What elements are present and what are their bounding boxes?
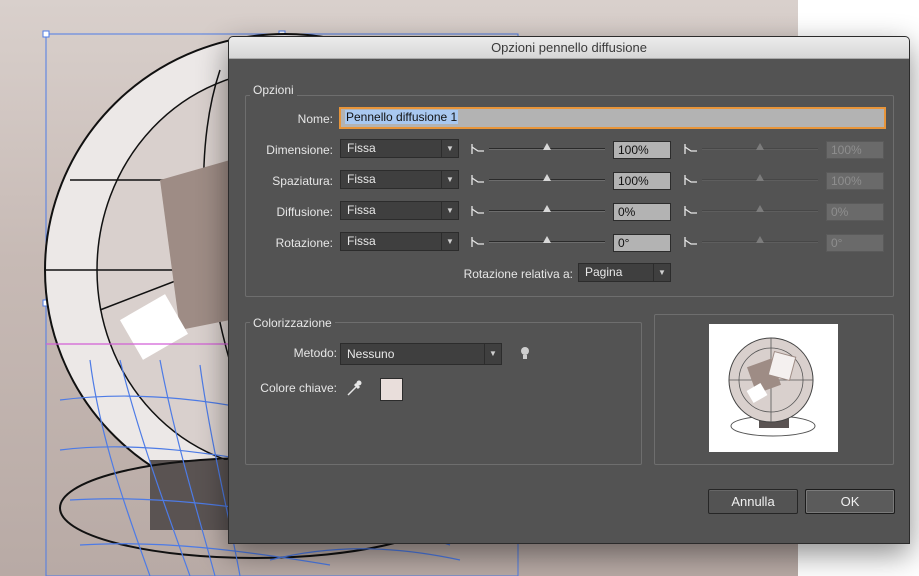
lightbulb-tips-icon[interactable] (520, 346, 530, 360)
brush-options-dialog: Opzioni pennello diffusione Opzioni Nome… (228, 36, 910, 544)
brush-preview-image (709, 324, 838, 452)
name-input-value: Pennello diffusione 1 (345, 110, 459, 124)
rotation-mode-value: Fissa (347, 234, 376, 248)
chevron-down-icon: ▼ (441, 202, 458, 219)
eyedropper-icon[interactable] (346, 379, 362, 397)
dimension-slider-thumb[interactable] (543, 143, 551, 150)
spacing-mode-select[interactable]: Fissa ▼ (340, 170, 459, 189)
name-label: Nome: (297, 112, 333, 126)
rotation-label: Rotazione: (275, 236, 333, 250)
scatter-mode-select[interactable]: Fissa ▼ (340, 201, 459, 220)
pressure-max-icon (684, 237, 697, 247)
pressure-min-icon (471, 206, 484, 216)
key-color-swatch[interactable] (380, 378, 403, 401)
scatter-max-slider-thumb (756, 205, 764, 212)
rotation-relative-value: Pagina (585, 265, 623, 279)
rotation-max-value-field: 0° (826, 234, 884, 252)
rotation-value-field[interactable]: 0° (613, 234, 671, 252)
pressure-min-icon (471, 175, 484, 185)
method-select[interactable]: Nessuno ▼ (340, 343, 502, 365)
method-label: Metodo: (293, 346, 337, 360)
chevron-down-icon: ▼ (441, 171, 458, 188)
rotation-mode-select[interactable]: Fissa ▼ (340, 232, 459, 251)
pressure-max-icon (684, 206, 697, 216)
chevron-down-icon: ▼ (484, 344, 501, 364)
dimension-mode-select[interactable]: Fissa ▼ (340, 139, 459, 158)
spacing-max-slider-thumb (756, 174, 764, 181)
chevron-down-icon: ▼ (653, 264, 670, 281)
spacing-value-field[interactable]: 100% (613, 172, 671, 190)
rotation-max-slider-thumb (756, 236, 764, 243)
cancel-button[interactable]: Annulla (708, 489, 798, 514)
scatter-max-value-field: 0% (826, 203, 884, 221)
dimension-max-slider-thumb (756, 143, 764, 150)
options-group-title: Opzioni (250, 83, 297, 97)
rotation-relative-select[interactable]: Pagina ▼ (578, 263, 671, 282)
key-color-label: Colore chiave: (260, 381, 337, 395)
rotation-slider-thumb[interactable] (543, 236, 551, 243)
spacing-label: Spaziatura: (272, 174, 333, 188)
spacing-slider-thumb[interactable] (543, 174, 551, 181)
ok-button[interactable]: OK (805, 489, 895, 514)
spacing-mode-value: Fissa (347, 172, 376, 186)
colorization-group-title: Colorizzazione (250, 316, 335, 330)
pressure-max-icon (684, 175, 697, 185)
dimension-label: Dimensione: (266, 143, 333, 157)
method-value: Nessuno (347, 347, 395, 361)
chevron-down-icon: ▼ (441, 140, 458, 157)
scatter-label: Diffusione: (276, 205, 333, 219)
pressure-max-icon (684, 144, 697, 154)
chevron-down-icon: ▼ (441, 233, 458, 250)
pressure-min-icon (471, 237, 484, 247)
dimension-mode-value: Fissa (347, 141, 376, 155)
spacing-max-value-field: 100% (826, 172, 884, 190)
rotation-relative-label: Rotazione relativa a: (463, 267, 573, 281)
dialog-title[interactable]: Opzioni pennello diffusione (229, 37, 909, 59)
name-input[interactable]: Pennello diffusione 1 (340, 108, 885, 128)
dimension-value-field[interactable]: 100% (613, 141, 671, 159)
pressure-min-icon (471, 144, 484, 154)
scatter-value-field[interactable]: 0% (613, 203, 671, 221)
scatter-mode-value: Fissa (347, 203, 376, 217)
scatter-slider-thumb[interactable] (543, 205, 551, 212)
dimension-max-value-field: 100% (826, 141, 884, 159)
